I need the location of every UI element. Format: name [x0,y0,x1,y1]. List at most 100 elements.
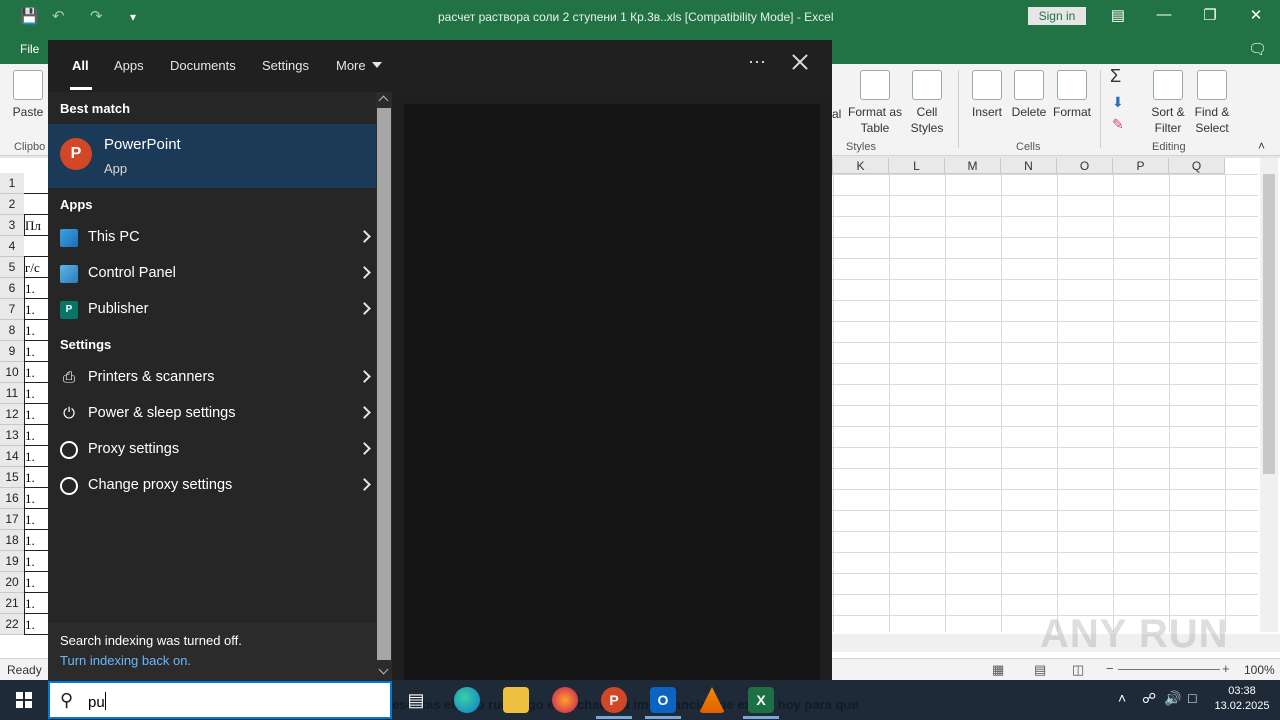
cell-a[interactable] [24,236,48,257]
zoom-level[interactable]: 100% [1244,663,1275,677]
customize-quick-access-icon[interactable]: ▾ [130,10,136,24]
column-header[interactable]: K [833,158,889,174]
zoom-out-icon[interactable]: − [1106,661,1114,676]
cell-a[interactable]: 1. [24,467,48,488]
scroll-up-icon[interactable] [378,95,389,106]
network-icon[interactable]: ☍ [1142,690,1156,707]
cell-a[interactable]: 1. [24,446,48,467]
tab-documents[interactable]: Documents [170,58,236,73]
list-item-printers[interactable]: ⎙ Printers & scanners [48,360,376,396]
column-header[interactable]: L [889,158,945,174]
row-header[interactable]: 15 [0,467,24,488]
chevron-right-icon[interactable] [358,302,371,315]
tab-all[interactable]: All [72,58,89,73]
fill-icon[interactable]: ⬇ [1112,94,1124,110]
row-header[interactable]: 5 [0,257,24,278]
tab-more[interactable]: More [336,58,382,73]
row-header[interactable]: 3 [0,215,24,236]
insert-button[interactable]: Insert [966,70,1008,120]
normal-view-icon[interactable]: ▦ [992,662,1004,678]
row-header[interactable]: 12 [0,404,24,425]
volume-icon[interactable]: 🔊 [1164,690,1181,707]
sign-in-button[interactable]: Sign in [1028,7,1086,25]
row-header[interactable]: 10 [0,362,24,383]
row-header[interactable]: 2 [0,194,24,215]
cell-a[interactable]: 1. [24,278,48,299]
list-item-power-sleep[interactable]: ⏻ Power & sleep settings [48,396,376,432]
delete-button[interactable]: Delete [1008,70,1050,120]
row-header[interactable]: 19 [0,551,24,572]
column-header[interactable]: O [1057,158,1113,174]
list-item-change-proxy[interactable]: Change proxy settings [48,468,376,504]
show-hidden-icons-icon[interactable]: ˄ [1118,690,1126,706]
cell-a[interactable]: 1. [24,320,48,341]
zoom-in-icon[interactable]: + [1222,661,1230,676]
worksheet-grid[interactable] [832,174,1258,632]
row-header[interactable]: 22 [0,614,24,635]
window-close-icon[interactable]: ✕ [1236,6,1276,24]
list-item-proxy[interactable]: Proxy settings [48,432,376,468]
sort-filter-button[interactable]: Sort & Filter [1146,70,1190,136]
task-view-icon[interactable]: ▤ [403,687,429,713]
format-as-table-button[interactable]: Format as Table [846,70,904,136]
cell-a[interactable]: 1. [24,404,48,425]
file-explorer-icon[interactable] [503,687,529,713]
best-match-item[interactable]: P PowerPoint App [48,124,376,188]
list-item-this-pc[interactable]: This PC [48,220,376,256]
cell-a[interactable] [24,173,48,194]
row-header[interactable]: 13 [0,425,24,446]
find-select-button[interactable]: Find & Select [1190,70,1234,136]
more-options-icon[interactable]: ⋯ [748,52,767,73]
row-header[interactable]: 7 [0,299,24,320]
chevron-right-icon[interactable] [358,442,371,455]
start-button[interactable] [0,680,48,720]
taskbar-search-box[interactable]: ⚲ pu [48,681,392,719]
list-item-publisher[interactable]: P Publisher [48,292,376,328]
undo-icon[interactable]: ↶ [52,7,65,25]
comments-icon[interactable]: 🗨 [1248,40,1267,58]
file-tab[interactable]: File [20,42,39,56]
turn-indexing-on-link[interactable]: Turn indexing back on. [60,653,191,668]
minimize-icon[interactable]: — [1144,6,1184,23]
cell-a[interactable]: 1. [24,572,48,593]
conditional-formatting-partial-label[interactable]: al [832,106,841,122]
cell-a[interactable] [24,194,48,215]
page-break-icon[interactable]: ◫ [1072,662,1084,678]
row-header[interactable]: 20 [0,572,24,593]
cell-a[interactable]: 1. [24,551,48,572]
cell-styles-button[interactable]: Cell Styles [904,70,950,136]
row-header[interactable]: 16 [0,488,24,509]
tab-apps[interactable]: Apps [114,58,144,73]
firefox-icon[interactable] [552,687,578,713]
clear-icon[interactable]: ✎ [1112,116,1124,132]
chevron-right-icon[interactable] [358,406,371,419]
column-header[interactable]: N [1001,158,1057,174]
row-header[interactable]: 11 [0,383,24,404]
collapse-ribbon-icon[interactable]: ˄ [1258,138,1265,154]
chevron-right-icon[interactable] [358,478,371,491]
cell-a[interactable]: Пл [24,215,48,236]
column-header[interactable]: M [945,158,1001,174]
row-header[interactable]: 4 [0,236,24,257]
cell-a[interactable]: 1. [24,614,48,635]
scroll-thumb[interactable] [1263,174,1275,474]
page-layout-icon[interactable]: ▤ [1034,662,1046,678]
results-scrollbar[interactable] [376,92,392,680]
system-clock[interactable]: 03:38 13.02.2025 [1212,684,1272,714]
row-header[interactable]: 8 [0,320,24,341]
search-query[interactable]: pu [88,692,106,711]
cell-a[interactable]: 1. [24,488,48,509]
cell-a[interactable]: г/с [24,257,48,278]
save-icon[interactable]: 💾 [20,7,39,25]
restore-icon[interactable]: ❐ [1190,6,1230,24]
outlook-icon[interactable]: O [650,687,676,713]
redo-icon[interactable]: ↷ [90,7,103,25]
cell-a[interactable]: 1. [24,362,48,383]
cell-a[interactable]: 1. [24,383,48,404]
cell-a[interactable]: 1. [24,593,48,614]
tab-settings[interactable]: Settings [262,58,309,73]
notification-icon[interactable]: □ [1188,690,1196,706]
row-header[interactable]: 14 [0,446,24,467]
ribbon-display-options-icon[interactable]: ▤ [1098,6,1138,24]
close-icon[interactable] [788,50,812,74]
